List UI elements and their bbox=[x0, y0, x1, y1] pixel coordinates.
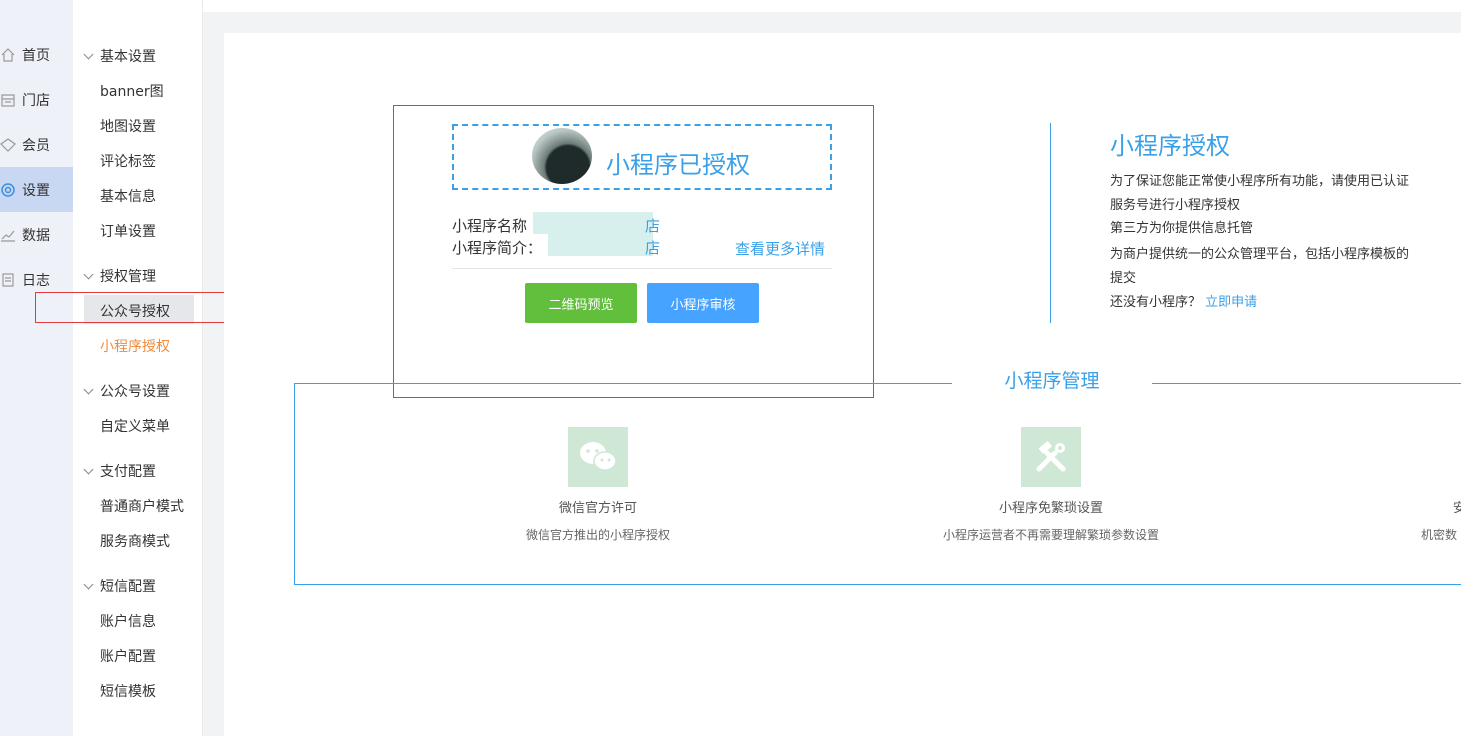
menu-item-normal-merchant[interactable]: 普通商户模式 bbox=[100, 496, 184, 516]
menu-group-payment[interactable]: 支付配置 bbox=[83, 461, 156, 481]
nav-label: 会员 bbox=[22, 137, 50, 154]
group-title: 公众号设置 bbox=[100, 384, 170, 400]
auth-info-line1: 为了保证您能正常使小程序所有功能，请使用已认证服务号进行小程序授权 bbox=[1110, 174, 1410, 213]
menu-item-custom-menu[interactable]: 自定义菜单 bbox=[100, 416, 170, 436]
nav-label: 设置 bbox=[22, 182, 50, 199]
feature-desc-security: 机密数 bbox=[1421, 528, 1458, 542]
home-icon bbox=[0, 47, 16, 63]
member-icon bbox=[0, 137, 16, 153]
log-icon bbox=[0, 272, 16, 288]
store-icon bbox=[0, 92, 16, 108]
menu-group-official-account[interactable]: 公众号设置 bbox=[83, 381, 170, 401]
settings-icon bbox=[0, 182, 16, 198]
annotation-highlight-box bbox=[393, 105, 874, 398]
feature-title-settings: 小程序免繁琐设置 bbox=[998, 501, 1103, 516]
group-title: 支付配置 bbox=[100, 464, 156, 480]
submenu-overlay: 公众号授权 小程序授权 公众号设置 自定义菜单 支付配置 普通商户模式 服务商模… bbox=[73, 0, 203, 736]
menu-item-miniprogram-auth[interactable]: 小程序授权 bbox=[100, 336, 170, 356]
nav-label: 门店 bbox=[22, 92, 50, 109]
menu-item-service-provider[interactable]: 服务商模式 bbox=[100, 531, 170, 551]
auth-info-line3: 为商户提供统一的公众管理平台，包括小程序模板的提交 bbox=[1110, 247, 1410, 286]
menu-group-sms[interactable]: 短信配置 bbox=[83, 576, 156, 596]
apply-prompt: 还没有小程序？ bbox=[1110, 295, 1202, 310]
chart-icon bbox=[0, 227, 16, 243]
management-box bbox=[294, 383, 1461, 585]
annotation-highlight-box bbox=[35, 292, 238, 323]
chevron-down-icon bbox=[83, 384, 94, 394]
chevron-down-icon bbox=[83, 464, 94, 474]
menu-item-account-config[interactable]: 账户配置 bbox=[100, 646, 156, 666]
management-title: 小程序管理 bbox=[1004, 370, 1100, 392]
wechat-icon bbox=[568, 427, 628, 487]
feature-title-wechat: 微信官方许可 bbox=[558, 501, 637, 516]
nav-item-data[interactable]: 数据 bbox=[0, 212, 73, 257]
nav-item-settings[interactable]: 设置 bbox=[0, 167, 73, 212]
app-root: 首页 门店 会员 设置 数据 日志 基本设置 banner图 地图设置 评论标签… bbox=[0, 0, 1461, 736]
auth-info-title: 小程序授权 bbox=[1110, 132, 1230, 160]
nav-label: 数据 bbox=[22, 227, 50, 244]
nav-label: 首页 bbox=[22, 47, 50, 64]
nav-item-home[interactable]: 首页 bbox=[0, 32, 73, 77]
nav-label: 日志 bbox=[22, 272, 50, 289]
nav-item-member[interactable]: 会员 bbox=[0, 122, 73, 167]
feature-title-security: 安 bbox=[1453, 501, 1461, 516]
apply-now-link[interactable]: 立即申请 bbox=[1205, 295, 1257, 310]
vertical-divider bbox=[1050, 123, 1051, 323]
top-strip bbox=[203, 0, 1461, 12]
tools-icon bbox=[1021, 427, 1081, 487]
main-nav: 首页 门店 会员 设置 数据 日志 bbox=[0, 0, 73, 736]
menu-item-sms-template[interactable]: 短信模板 bbox=[100, 681, 156, 701]
auth-info-line2: 第三方为你提供信息托管 bbox=[1110, 221, 1254, 236]
group-title: 短信配置 bbox=[100, 579, 156, 595]
chevron-down-icon bbox=[83, 579, 94, 589]
auth-info-line4: 还没有小程序？ 立即申请 bbox=[1110, 291, 1410, 315]
feature-desc-wechat: 微信官方推出的小程序授权 bbox=[525, 528, 670, 542]
nav-item-store[interactable]: 门店 bbox=[0, 77, 73, 122]
menu-item-account-info[interactable]: 账户信息 bbox=[100, 611, 156, 631]
feature-desc-settings: 小程序运营者不再需要理解繁琐参数设置 bbox=[942, 528, 1159, 542]
